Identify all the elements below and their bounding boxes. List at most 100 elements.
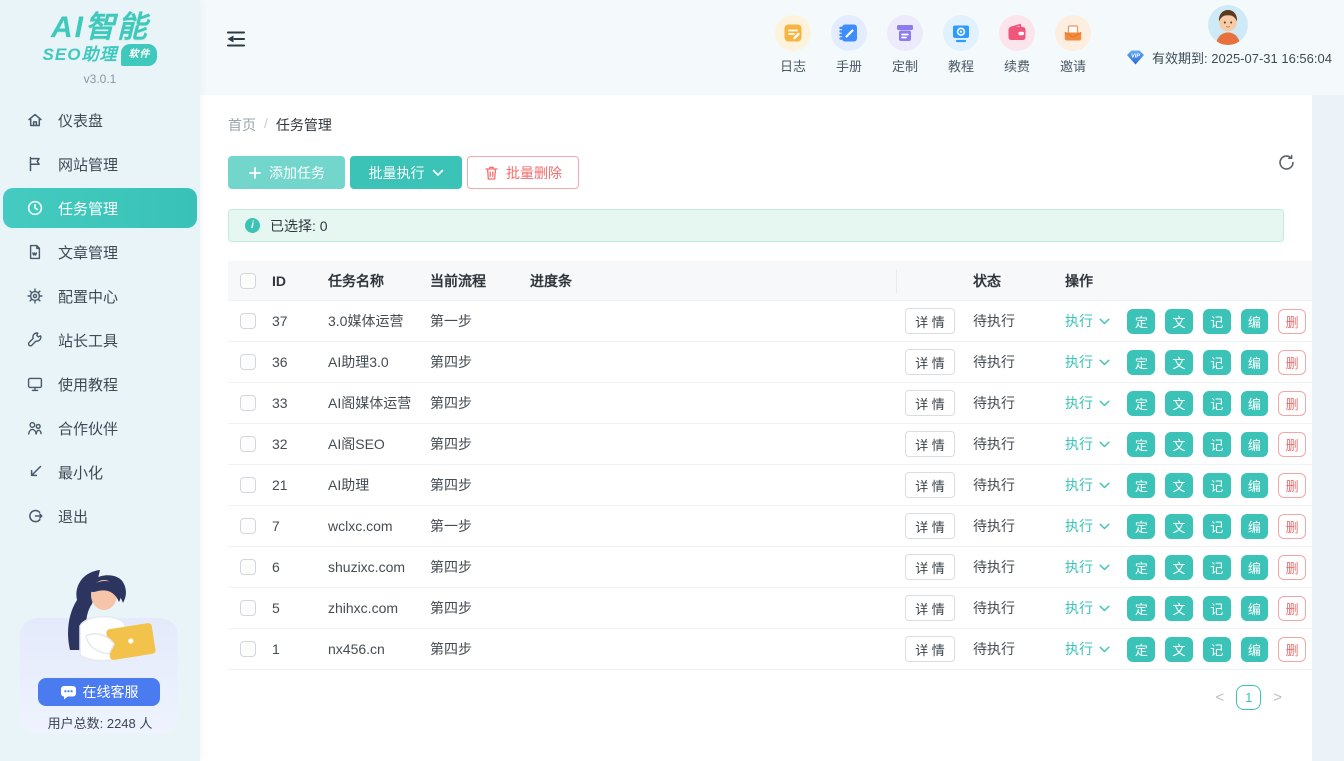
action-edit-button[interactable]: 编 xyxy=(1241,391,1269,416)
row-checkbox[interactable] xyxy=(240,436,256,452)
prev-page-button[interactable]: < xyxy=(1215,689,1224,706)
action-edit-button[interactable]: 编 xyxy=(1241,432,1269,457)
action-article-button[interactable]: 文 xyxy=(1165,473,1193,498)
quicklink-logs[interactable]: 日志 xyxy=(765,15,821,75)
action-article-button[interactable]: 文 xyxy=(1165,432,1193,457)
execute-dropdown[interactable]: 执行 xyxy=(1065,475,1113,495)
row-checkbox[interactable] xyxy=(240,559,256,575)
detail-button[interactable]: 详 情 xyxy=(905,472,955,498)
sidebar-item-tutorials[interactable]: 使用教程 xyxy=(3,364,197,404)
action-schedule-button[interactable]: 定 xyxy=(1127,596,1155,621)
action-schedule-button[interactable]: 定 xyxy=(1127,473,1155,498)
row-checkbox[interactable] xyxy=(240,600,256,616)
action-article-button[interactable]: 文 xyxy=(1165,637,1193,662)
action-schedule-button[interactable]: 定 xyxy=(1127,555,1155,580)
action-article-button[interactable]: 文 xyxy=(1165,309,1193,334)
action-delete-button[interactable]: 删 xyxy=(1278,350,1306,375)
online-support-button[interactable]: 在线客服 xyxy=(38,678,160,706)
select-all-checkbox[interactable] xyxy=(240,273,256,289)
action-delete-button[interactable]: 删 xyxy=(1278,473,1306,498)
action-record-button[interactable]: 记 xyxy=(1203,473,1231,498)
quicklink-manual[interactable]: 手册 xyxy=(821,15,877,75)
quicklink-customize[interactable]: 定制 xyxy=(877,15,933,75)
row-checkbox[interactable] xyxy=(240,477,256,493)
action-delete-button[interactable]: 删 xyxy=(1278,514,1306,539)
execute-dropdown[interactable]: 执行 xyxy=(1065,352,1113,372)
action-article-button[interactable]: 文 xyxy=(1165,514,1193,539)
execute-dropdown[interactable]: 执行 xyxy=(1065,598,1113,618)
detail-button[interactable]: 详 情 xyxy=(905,513,955,539)
sidebar-item-tasks[interactable]: 任务管理 xyxy=(3,188,197,228)
detail-button[interactable]: 详 情 xyxy=(905,554,955,580)
action-delete-button[interactable]: 删 xyxy=(1278,309,1306,334)
action-delete-button[interactable]: 删 xyxy=(1278,555,1306,580)
detail-button[interactable]: 详 情 xyxy=(905,308,955,334)
refresh-icon[interactable] xyxy=(1277,153,1296,172)
action-delete-button[interactable]: 删 xyxy=(1278,637,1306,662)
action-record-button[interactable]: 记 xyxy=(1203,432,1231,457)
action-delete-button[interactable]: 删 xyxy=(1278,391,1306,416)
next-page-button[interactable]: > xyxy=(1273,689,1282,706)
sidebar-item-articles[interactable]: 文章管理 xyxy=(3,232,197,272)
row-checkbox[interactable] xyxy=(240,395,256,411)
action-schedule-button[interactable]: 定 xyxy=(1127,514,1155,539)
action-edit-button[interactable]: 编 xyxy=(1241,596,1269,621)
action-article-button[interactable]: 文 xyxy=(1165,391,1193,416)
sidebar-item-websites[interactable]: 网站管理 xyxy=(3,144,197,184)
action-record-button[interactable]: 记 xyxy=(1203,391,1231,416)
detail-button[interactable]: 详 情 xyxy=(905,431,955,457)
batch-execute-button[interactable]: 批量执行 xyxy=(350,156,462,189)
row-checkbox[interactable] xyxy=(240,313,256,329)
sidebar-item-dashboard[interactable]: 仪表盘 xyxy=(3,100,197,140)
action-record-button[interactable]: 记 xyxy=(1203,514,1231,539)
execute-dropdown[interactable]: 执行 xyxy=(1065,516,1113,536)
execute-dropdown[interactable]: 执行 xyxy=(1065,639,1113,659)
sidebar-item-minimize[interactable]: 最小化 xyxy=(3,452,197,492)
execute-dropdown[interactable]: 执行 xyxy=(1065,393,1113,413)
action-record-button[interactable]: 记 xyxy=(1203,555,1231,580)
sidebar-item-logout[interactable]: 退出 xyxy=(3,496,197,536)
sidebar-item-webmaster-tools[interactable]: 站长工具 xyxy=(3,320,197,360)
detail-button[interactable]: 详 情 xyxy=(905,636,955,662)
current-page-button[interactable]: 1 xyxy=(1236,685,1261,710)
action-record-button[interactable]: 记 xyxy=(1203,596,1231,621)
action-edit-button[interactable]: 编 xyxy=(1241,473,1269,498)
row-checkbox[interactable] xyxy=(240,354,256,370)
sidebar-item-partners[interactable]: 合作伙伴 xyxy=(3,408,197,448)
sidebar-item-settings[interactable]: 配置中心 xyxy=(3,276,197,316)
detail-button[interactable]: 详 情 xyxy=(905,390,955,416)
action-schedule-button[interactable]: 定 xyxy=(1127,432,1155,457)
row-checkbox[interactable] xyxy=(240,518,256,534)
detail-button[interactable]: 详 情 xyxy=(905,595,955,621)
action-delete-button[interactable]: 删 xyxy=(1278,432,1306,457)
quicklink-renew[interactable]: 续费 xyxy=(989,15,1045,75)
action-delete-button[interactable]: 删 xyxy=(1278,596,1306,621)
action-record-button[interactable]: 记 xyxy=(1203,350,1231,375)
action-schedule-button[interactable]: 定 xyxy=(1127,350,1155,375)
action-article-button[interactable]: 文 xyxy=(1165,555,1193,580)
action-edit-button[interactable]: 编 xyxy=(1241,309,1269,334)
action-record-button[interactable]: 记 xyxy=(1203,637,1231,662)
action-schedule-button[interactable]: 定 xyxy=(1127,637,1155,662)
action-article-button[interactable]: 文 xyxy=(1165,350,1193,375)
breadcrumb-home[interactable]: 首页 xyxy=(228,115,256,135)
action-schedule-button[interactable]: 定 xyxy=(1127,309,1155,334)
collapse-sidebar-icon[interactable] xyxy=(224,27,248,51)
action-edit-button[interactable]: 编 xyxy=(1241,350,1269,375)
detail-button[interactable]: 详 情 xyxy=(905,349,955,375)
row-checkbox[interactable] xyxy=(240,641,256,657)
batch-delete-button[interactable]: 批量删除 xyxy=(467,156,579,189)
action-article-button[interactable]: 文 xyxy=(1165,596,1193,621)
execute-dropdown[interactable]: 执行 xyxy=(1065,557,1113,577)
avatar[interactable] xyxy=(1208,5,1248,45)
action-schedule-button[interactable]: 定 xyxy=(1127,391,1155,416)
action-edit-button[interactable]: 编 xyxy=(1241,555,1269,580)
execute-dropdown[interactable]: 执行 xyxy=(1065,311,1113,331)
add-task-button[interactable]: 添加任务 xyxy=(228,156,345,189)
action-record-button[interactable]: 记 xyxy=(1203,309,1231,334)
quicklink-tutorials[interactable]: 教程 xyxy=(933,15,989,75)
action-edit-button[interactable]: 编 xyxy=(1241,637,1269,662)
execute-dropdown[interactable]: 执行 xyxy=(1065,434,1113,454)
action-edit-button[interactable]: 编 xyxy=(1241,514,1269,539)
quicklink-invite[interactable]: 邀请 xyxy=(1045,15,1101,75)
